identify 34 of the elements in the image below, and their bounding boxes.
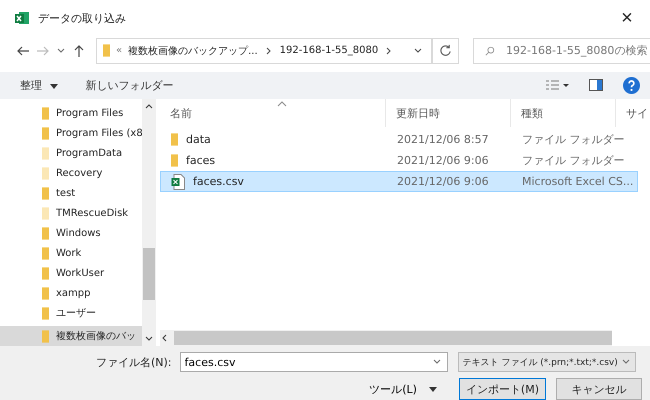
filename-field[interactable]: faces.csv (180, 352, 448, 372)
folder-tree-item[interactable]: ProgramData (0, 143, 142, 164)
file-type-dropdown[interactable]: テキスト ファイル (*.prn;*.txt;*.csv) (458, 352, 636, 372)
organize-button[interactable]: 整理 (16, 76, 62, 95)
close-button[interactable]: × (604, 0, 650, 36)
filename-label: ファイル名(N): (96, 354, 172, 370)
column-header[interactable]: サイ (616, 99, 650, 128)
overflow-chevron[interactable]: « (116, 45, 122, 56)
folder-tree-item[interactable]: Recovery (0, 163, 142, 184)
tools-button[interactable]: ツール(L) (363, 380, 443, 398)
window-title: データの取り込み (38, 10, 126, 26)
folder-tree-item[interactable]: Program Files (0, 103, 142, 124)
new-folder-button[interactable]: 新しいフォルダー (82, 76, 178, 95)
folder-tree-item[interactable]: Program Files (x8 (0, 123, 142, 144)
folder-tree-item[interactable]: xampp (0, 283, 142, 304)
folder-tree-item[interactable]: 複数枚画像のバッ (0, 326, 142, 346)
column-header[interactable]: 名前 (160, 99, 386, 128)
file-row[interactable]: data 2021/12/06 8:57 ファイル フォルダー (160, 129, 650, 150)
folder-tree-item[interactable]: test (0, 183, 142, 204)
column-header[interactable]: 種類 (511, 99, 616, 128)
breadcrumb[interactable]: 複数枚画像のバックアップ... (128, 44, 258, 58)
cancel-button[interactable]: キャンセル (556, 378, 642, 400)
folder-tree-item[interactable]: TMRescueDisk (0, 203, 142, 224)
column-header[interactable]: 更新日時 (386, 99, 511, 128)
breadcrumb[interactable]: 192-168-1-55_8080 (280, 45, 378, 56)
search-field[interactable]: 192-168-1-55_8080の検索 (473, 38, 650, 64)
folder-tree-item[interactable]: Work (0, 243, 142, 264)
address-bar[interactable]: « 複数枚画像のバックアップ... 192-168-1-55_8080 (96, 38, 432, 64)
folder-tree-item[interactable]: WorkUser (0, 263, 142, 284)
import-button[interactable]: インポート(M) (458, 378, 546, 400)
file-row[interactable]: faces.csv 2021/12/06 9:06 Microsoft Excel CS... (160, 171, 638, 192)
folder-tree-item[interactable]: ユーザー (0, 303, 142, 324)
file-row[interactable]: faces 2021/12/06 9:06 ファイル フォルダー (160, 150, 650, 172)
folder-tree-item[interactable]: Windows (0, 223, 142, 244)
